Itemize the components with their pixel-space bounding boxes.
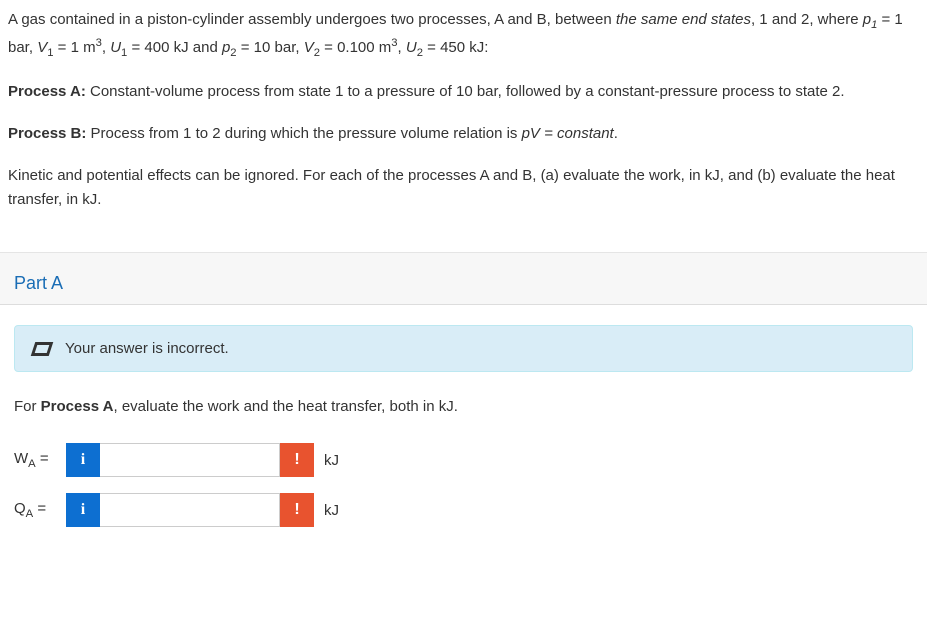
wa-unit: kJ — [324, 452, 339, 469]
qa-label: QA = — [14, 500, 66, 520]
text: = — [36, 450, 49, 467]
text: . — [614, 125, 618, 142]
part-title: Part A — [14, 273, 913, 294]
text: = — [33, 500, 46, 517]
qa-error-indicator[interactable]: ! — [280, 493, 314, 527]
process-a-text: Constant-volume process from state 1 to … — [86, 83, 845, 100]
alert-text: Your answer is incorrect. — [65, 340, 229, 357]
process-b-text: Process from 1 to 2 during which the pre… — [86, 125, 521, 142]
wa-error-indicator[interactable]: ! — [280, 443, 314, 477]
problem-process-b: Process B: Process from 1 to 2 during wh… — [8, 122, 919, 146]
variable-p1: p1 — [863, 11, 878, 28]
text-sub: A — [28, 458, 36, 470]
text: W — [14, 450, 28, 467]
text: , evaluate the work and the heat transfe… — [114, 398, 458, 415]
wa-input-row: WA = i ! kJ — [14, 443, 913, 477]
process-a-label: Process A: — [8, 83, 86, 100]
text: Q — [14, 500, 26, 517]
text: A gas contained in a piston-cylinder ass… — [8, 11, 616, 28]
problem-statement: A gas contained in a piston-cylinder ass… — [0, 0, 927, 212]
incorrect-alert: Your answer is incorrect. — [14, 325, 913, 372]
text: , 1 and 2, where — [751, 11, 863, 28]
problem-paragraph-4: Kinetic and potential effects can be ign… — [8, 164, 919, 212]
problem-paragraph-1: A gas contained in a piston-cylinder ass… — [8, 8, 919, 62]
process-b-label: Process B: — [8, 125, 86, 142]
part-header: Part A — [0, 253, 927, 305]
text: For — [14, 398, 41, 415]
part-instruction: For Process A, evaluate the work and the… — [14, 398, 913, 415]
problem-process-a: Process A: Constant-volume process from … — [8, 80, 919, 104]
qa-input-row: QA = i ! kJ — [14, 493, 913, 527]
wa-input[interactable] — [100, 443, 280, 477]
part-content: Your answer is incorrect. For Process A,… — [0, 305, 927, 553]
process-b-relation: pV = constant — [522, 125, 614, 142]
qa-input[interactable] — [100, 493, 280, 527]
eraser-icon — [31, 342, 54, 356]
text-italic: the same end states — [616, 11, 751, 28]
qa-unit: kJ — [324, 502, 339, 519]
wa-label: WA = — [14, 450, 66, 470]
wa-info-button[interactable]: i — [66, 443, 100, 477]
qa-info-button[interactable]: i — [66, 493, 100, 527]
text-bold: Process A — [41, 398, 114, 415]
